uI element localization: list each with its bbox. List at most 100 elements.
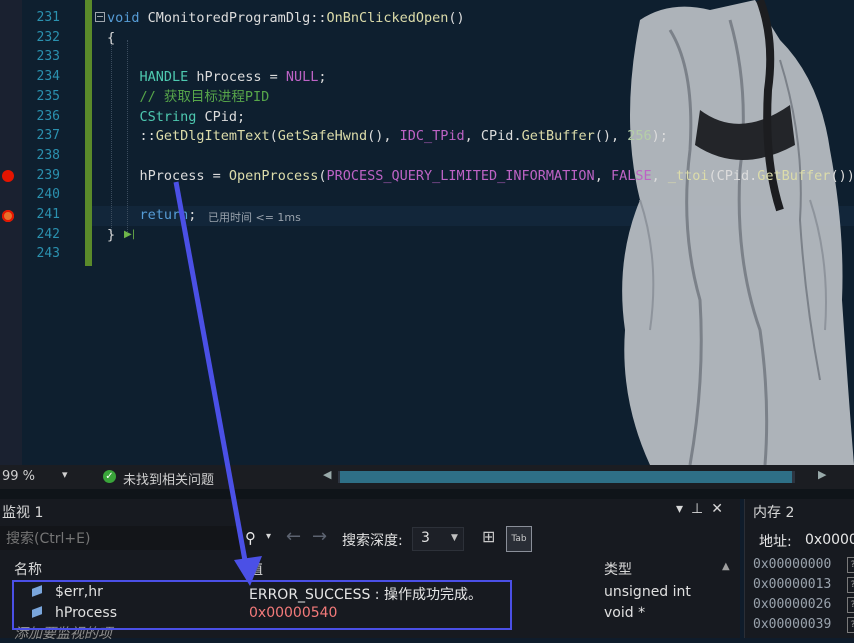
code-token: 256	[627, 128, 652, 145]
code-token: ,	[651, 167, 668, 184]
line-number: 237	[36, 128, 60, 144]
line-number: 231	[36, 10, 60, 25]
code-token: OnBnClickedOpen	[326, 10, 449, 26]
code-editor[interactable]: void CMonitoredProgramDlg::OnBnClickedOp…	[0, 0, 854, 465]
code-token: hProcess =	[188, 69, 286, 86]
code-token: PROCESS_QUERY_LIMITED_INFORMATION	[326, 167, 595, 184]
chevron-down-icon[interactable]: ▾	[266, 531, 271, 542]
arrow-right-icon[interactable]: →	[312, 526, 327, 547]
code-line[interactable]: }	[107, 225, 115, 245]
watch-row-type: void *	[604, 605, 646, 621]
search-icon[interactable]: ⚲	[245, 529, 256, 547]
code-token: ()	[448, 10, 465, 26]
code-token: ;	[188, 207, 197, 223]
code-token: return	[139, 207, 189, 223]
memory-row-address: 0x00000039	[753, 617, 832, 632]
memory-row-address: 0x00000000	[753, 557, 832, 572]
breakpoint-icon[interactable]	[2, 170, 14, 182]
issues-status[interactable]: 未找到相关问题	[123, 469, 214, 488]
watch-panel-title[interactable]: 监视 1	[2, 502, 43, 522]
search-depth-select[interactable]: 3 ▼	[412, 527, 464, 551]
tab-toggle-icon[interactable]: Tab	[506, 526, 532, 552]
memory-cell[interactable]: ?	[847, 577, 854, 593]
line-number: 239	[36, 167, 60, 183]
code-line[interactable]: CString CPid;	[107, 107, 246, 127]
chevron-down-icon[interactable]: ▾	[62, 468, 68, 481]
code-token: ;	[318, 69, 327, 86]
memory-cell[interactable]: ?	[847, 617, 854, 633]
zoom-level[interactable]: 99 %	[2, 469, 35, 484]
line-number: 240	[36, 187, 60, 203]
memory-panel-title[interactable]: 内存 2	[753, 502, 794, 522]
code-token: OpenProcess	[228, 167, 319, 184]
line-number: 243	[36, 246, 60, 262]
address-label: 地址:	[759, 534, 792, 550]
line-number: 241	[36, 207, 60, 222]
watch-panel: 监视 1 ▾⊥✕ ⚲ ▾ ← → 搜索深度: 3 ▼ ⊞ Tab 名称 值 类型…	[0, 499, 740, 642]
panel-menu-icon[interactable]: ▾	[676, 501, 691, 517]
line-number: 242	[36, 226, 60, 242]
breakpoint-current-statement-icon[interactable]	[2, 210, 14, 222]
column-header-name[interactable]: 名称	[14, 559, 42, 579]
code-token: NULL	[285, 69, 319, 86]
code-token: }	[107, 226, 116, 243]
line-number: 238	[36, 147, 60, 163]
collapse-outline-icon[interactable]	[95, 12, 105, 22]
code-token: FALSE	[610, 167, 652, 184]
pin-icon[interactable]: ⊥	[691, 501, 711, 517]
scroll-left-icon[interactable]: ◀	[323, 468, 331, 481]
code-token: IDC_TPid	[399, 128, 465, 145]
check-circle-icon: ✓	[103, 470, 116, 483]
code-token: (	[269, 128, 278, 145]
annotation-highlight-box	[12, 580, 512, 630]
address-input[interactable]	[803, 531, 854, 549]
code-line[interactable]: {	[107, 28, 115, 48]
watch-search-box[interactable]	[0, 526, 240, 550]
arrow-left-icon[interactable]: ←	[286, 526, 301, 547]
line-number: 235	[36, 88, 60, 104]
background-character-art	[622, 0, 854, 465]
editor-status-bar: 99 % ▾ ✓ 未找到相关问题 ◀ ▶	[0, 465, 854, 489]
code-line[interactable]: hProcess = OpenProcess(PROCESS_QUERY_LIM…	[107, 166, 854, 186]
line-number: 234	[36, 69, 60, 85]
search-depth-value: 3	[421, 530, 430, 546]
code-token: CPid;	[196, 108, 246, 125]
memory-cell[interactable]: ?	[847, 557, 854, 573]
horizontal-scrollbar-thumb[interactable]	[340, 471, 792, 483]
memory-row-address: 0x00000013	[753, 577, 832, 592]
code-token: CMonitoredProgramDlg::	[139, 10, 327, 26]
code-line[interactable]: HANDLE hProcess = NULL;	[107, 67, 327, 87]
filter-pin-icon[interactable]: ⊞	[482, 527, 495, 546]
column-header-type[interactable]: 类型	[604, 559, 632, 579]
sort-ascending-icon[interactable]: ▲	[722, 561, 730, 572]
code-line[interactable]: return;	[107, 205, 197, 225]
code-token: HANDLE	[139, 69, 189, 86]
scroll-right-icon[interactable]: ▶	[818, 468, 826, 481]
memory-row-address: 0x00000026	[753, 597, 832, 612]
line-number: 236	[36, 108, 60, 124]
run-to-click-icon[interactable]: ▶|	[124, 229, 135, 240]
code-token: (),	[367, 128, 400, 145]
code-line[interactable]: ::GetDlgItemText(GetSafeHwnd(), IDC_TPid…	[107, 126, 668, 146]
memory-cell[interactable]: ?	[847, 597, 854, 613]
code-line[interactable]: void CMonitoredProgramDlg::OnBnClickedOp…	[107, 8, 465, 28]
code-token: ()));	[830, 167, 854, 184]
search-depth-label: 搜索深度:	[342, 533, 403, 549]
search-input[interactable]	[4, 530, 238, 548]
code-token: ,	[594, 167, 611, 184]
breakpoint-margin[interactable]	[0, 0, 22, 465]
code-token: CString	[139, 108, 197, 125]
code-token: ::	[107, 128, 156, 145]
chevron-down-icon[interactable]: ▼	[451, 533, 458, 543]
panel-divider	[0, 489, 854, 499]
change-tracking-bar	[85, 0, 92, 266]
close-icon[interactable]: ✕	[711, 501, 731, 517]
column-header-value[interactable]: 值	[249, 559, 263, 579]
memory-panel: 内存 2 地址: 0x00000000 0x00000013 0x0000002…	[744, 499, 854, 638]
code-line[interactable]: // 获取目标进程PID	[107, 87, 270, 107]
code-token: {	[107, 29, 116, 46]
